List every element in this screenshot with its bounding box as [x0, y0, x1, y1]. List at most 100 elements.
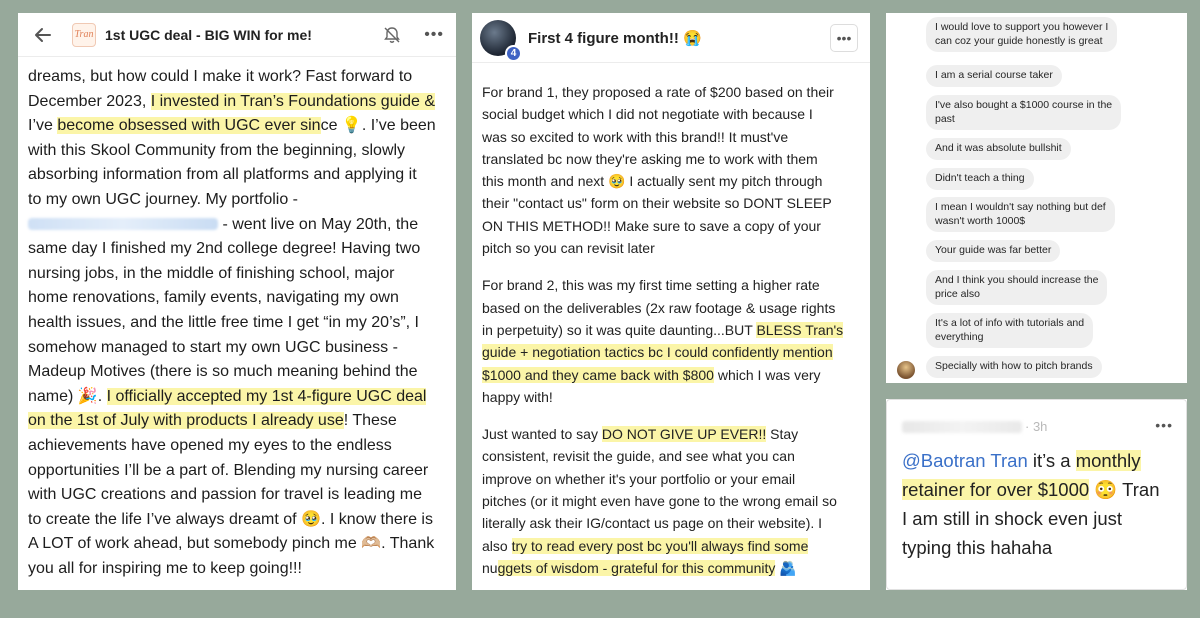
post-body: dreams, but how could I make it work? Fa…: [18, 57, 456, 581]
post-text-line: $1000 and they came back with $800 which…: [482, 364, 862, 386]
text-segment: this month and next 🥹 I actually sent my…: [482, 173, 823, 190]
commenter-name-blurred: [902, 421, 1022, 433]
post-text-line: Just wanted to say DO NOT GIVE UP EVER!!…: [482, 423, 862, 445]
post-header: Tran 1st UGC deal - BIG WIN for me! •••: [18, 13, 456, 57]
text-segment: For brand 1, they proposed a rate of $20…: [482, 84, 834, 100]
post-text-line: home renovations, family events, navigat…: [28, 286, 444, 311]
text-segment: social budget which I did not negotiate …: [482, 106, 813, 123]
author-avatar[interactable]: 4: [480, 19, 522, 62]
chat-message-bubble: I am a serial course taker: [926, 65, 1062, 87]
more-options-icon[interactable]: •••: [424, 26, 444, 44]
text-segment: happy with!: [482, 388, 553, 405]
text-segment: nu: [482, 559, 498, 576]
post-title: First 4 figure month!! 😭: [528, 29, 702, 47]
post-text-line: improve on whether it's your portfolio o…: [482, 468, 862, 490]
comment-body: @Baotran Tran it’s a monthly retainer for…: [902, 446, 1181, 562]
text-segment: - went live on May 20th, the: [218, 215, 419, 233]
highlighted-text: I invested in Tran’s Foundations guide &: [150, 92, 436, 110]
text-segment: For brand 2, this was my first time sett…: [482, 277, 820, 294]
comment-text-line: retainer for over $1000 😳 Tran: [902, 475, 1181, 504]
more-options-icon[interactable]: •••: [1155, 417, 1173, 433]
highlighted-text: $1000 and they came back with $800: [482, 366, 714, 383]
post-text-line: A LOT of work ahead, but somebody pinch …: [28, 532, 444, 557]
chat-message-bubble: I've also bought a $1000 course in the pa…: [926, 95, 1122, 130]
post-text-line: For brand 1, they proposed a rate of $20…: [482, 81, 862, 103]
post-card-ugc-deal: Tran 1st UGC deal - BIG WIN for me! ••• …: [18, 13, 456, 590]
text-segment: was so excited to work with this brand!!…: [482, 128, 789, 145]
more-options-icon[interactable]: •••: [830, 23, 858, 52]
chat-message-line: I mean I wouldn't say nothing but def: [935, 201, 1106, 213]
comment-text-line: @Baotran Tran it’s a monthly: [902, 446, 1181, 475]
comment-time: · 3h: [1025, 419, 1048, 434]
text-segment: typing this hahaha: [902, 537, 1053, 558]
post-text-line: with UGC creations and passion for trave…: [28, 483, 444, 508]
post-paragraph: For brand 1, they proposed a rate of $20…: [482, 81, 862, 259]
post-card-four-figure-month: 4 First 4 figure month!! 😭 ••• For brand…: [472, 13, 870, 590]
text-segment: you all for inspiring me to keep going!!…: [28, 559, 302, 577]
chat-message-line: It's a lot of info with tutorials and: [935, 317, 1085, 329]
post-text-line: somehow managed to start my own UGC busi…: [28, 336, 444, 361]
post-text-line: social budget which I did not negotiate …: [482, 103, 862, 125]
chat-message-line: And it was absolute bullshit: [935, 142, 1062, 154]
post-text-line: you all for inspiring me to keep going!!…: [28, 557, 444, 582]
chat-message-line: I've also bought a $1000 course in the: [935, 99, 1113, 111]
text-segment: name) 🎉.: [28, 387, 107, 405]
text-segment: with this Skool Community from the begin…: [28, 141, 406, 159]
comment-card: · 3h ••• @Baotran Tran it’s a monthly ret…: [886, 399, 1187, 590]
bell-off-icon[interactable]: [382, 25, 402, 45]
text-segment: pitches (or it might even have gone to t…: [482, 493, 837, 510]
text-segment: December 2023,: [28, 92, 151, 110]
chat-message-line: past: [935, 112, 955, 125]
post-text-line: happy with!: [482, 386, 862, 408]
text-segment: their "contact us" form on their website…: [482, 195, 832, 212]
post-text-line: For brand 2, this was my first time sett…: [482, 274, 862, 296]
post-text-line: health issues, and the little free time …: [28, 311, 444, 336]
highlighted-text: monthly: [1075, 450, 1141, 471]
post-text-line: this month and next 🥹 I actually sent my…: [482, 170, 862, 192]
text-segment: based on the deliverables (2x raw footag…: [482, 299, 836, 316]
post-text-line: I’ve become obsessed with UGC ever since…: [28, 114, 444, 139]
chat-message-bubble: Specially with how to pitch brands: [926, 356, 1102, 378]
post-text-line: with this Skool Community from the begin…: [28, 139, 444, 164]
highlighted-text: DO NOT GIVE UP EVER!!: [601, 426, 767, 443]
portfolio-link-blurred[interactable]: [28, 218, 218, 231]
post-text-line: translated bc now they're asking me to w…: [482, 148, 862, 170]
chat-message-bubble: Your guide was far better: [926, 240, 1061, 262]
post-text-line: opportunities I’ll be a part of. Blendin…: [28, 459, 444, 484]
chat-message-bubble: I would love to support you however Ican…: [926, 17, 1118, 52]
text-segment: health issues, and the little free time …: [28, 313, 419, 331]
text-segment: A LOT of work ahead, but somebody pinch …: [28, 535, 435, 553]
post-paragraph: For brand 2, this was my first time sett…: [482, 274, 862, 408]
back-arrow-icon[interactable]: [32, 24, 54, 46]
text-segment: nursing jobs, in the middle of finishing…: [28, 264, 395, 282]
text-segment: Just wanted to say: [482, 426, 602, 443]
post-text-line: December 2023, I invested in Tran’s Foun…: [28, 90, 444, 115]
post-text-line: in perpetuity) so it was quite daunting.…: [482, 319, 862, 341]
text-segment: 🫂: [775, 559, 797, 576]
text-segment: it’s a: [1027, 450, 1076, 471]
post-text-line: guide + negotiation tactics bc I could c…: [482, 341, 862, 363]
post-paragraph: Just wanted to say DO NOT GIVE UP EVER!!…: [482, 423, 862, 579]
level-badge: 4: [505, 44, 522, 62]
sender-avatar: [897, 361, 915, 379]
user-mention[interactable]: @Baotran Tran: [902, 450, 1028, 471]
post-text-line: absorbing information from all platforms…: [28, 163, 444, 188]
text-segment: opportunities I’ll be a part of. Blendin…: [28, 461, 429, 479]
comment-text-line: typing this hahaha: [902, 533, 1181, 562]
chat-message-bubble: It's a lot of info with tutorials and eve…: [926, 313, 1094, 348]
comment-text-line: I am still in shock even just: [902, 504, 1181, 533]
text-segment: 😳 Tran: [1089, 479, 1160, 500]
post-text-line: - went live on May 20th, the: [28, 213, 444, 238]
post-text-line: literally ask their IG/contact us page o…: [482, 512, 862, 534]
highlighted-text: ggets of wisdom - grateful for this comm…: [497, 559, 776, 576]
chat-message-bubble: And I think you should increase the price…: [926, 270, 1108, 305]
post-text-line: dreams, but how could I make it work? Fa…: [28, 65, 444, 90]
post-text-line: on the 1st of July with products I alrea…: [28, 409, 444, 434]
post-text-line: based on the deliverables (2x raw footag…: [482, 297, 862, 319]
chat-message-line: everything: [935, 330, 984, 343]
text-segment: I am still in shock even just: [902, 508, 1123, 529]
text-segment: also: [482, 537, 512, 554]
highlighted-text: I officially accepted my 1st 4-figure UG…: [106, 387, 427, 405]
chat-message-line: I would love to support you however I: [935, 21, 1109, 33]
text-segment: Madeup Motives (there is so much meaning…: [28, 363, 418, 381]
